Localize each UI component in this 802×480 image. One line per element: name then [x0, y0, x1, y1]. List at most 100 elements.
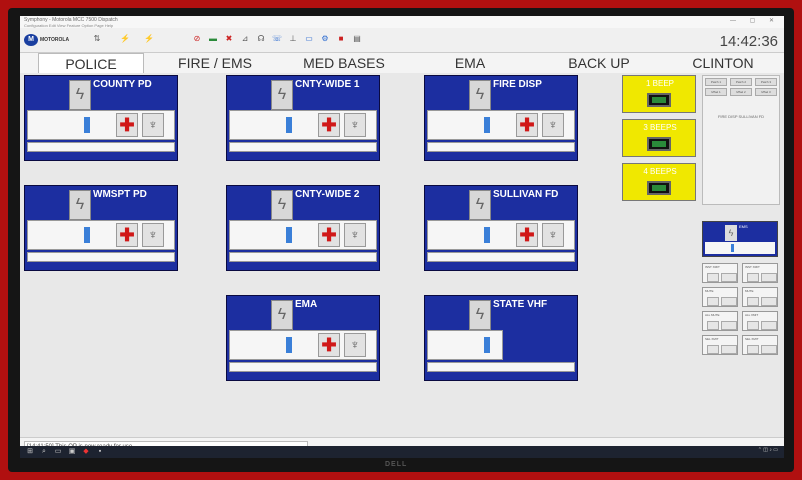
transmit-indicator[interactable] [286, 117, 292, 133]
lightning-icon[interactable]: ϟ [69, 190, 91, 220]
tab-back-up[interactable]: BACK UP [544, 53, 654, 73]
small-control-button[interactable]: INST XMIT [702, 263, 738, 283]
alert-tone-label: 1 BEEP [645, 79, 674, 88]
patch-button[interactable]: Patch 2 [730, 78, 752, 86]
app-icon[interactable]: ▪ [96, 448, 104, 456]
lightning-icon[interactable]: ϟ [271, 300, 293, 330]
mini-resource-tile[interactable]: ϟ EMS [702, 221, 778, 257]
transmit-indicator[interactable] [484, 337, 490, 353]
radio-tower-icon[interactable]: ♆ [344, 333, 366, 357]
intercom-control-grid: INST XMIT INST XMIT MUTE MUTE ALL MUTE A… [702, 263, 780, 363]
radio-tower-icon[interactable]: ♆ [344, 223, 366, 247]
lightning-icon[interactable]: ϟ [469, 190, 491, 220]
tab-police[interactable]: POLICE [38, 53, 144, 74]
emergency-cross-icon[interactable]: ✚ [516, 113, 538, 137]
resource-tile-wmspt-pd[interactable]: ϟ WMSPT PD ✚ ♆ [24, 185, 178, 271]
small-control-button[interactable]: SEL XMIT [702, 335, 738, 355]
small-control-button[interactable]: ALL MUTE [702, 311, 738, 331]
alert-tone-4-beeps[interactable]: 4 BEEPS [622, 163, 696, 201]
resource-area: ϟ COUNTY PD ✚ ♆ ϟ CNTY-WIDE 1 ✚ ♆ ϟ FIRE… [20, 73, 784, 437]
alert-tone-1-beep[interactable]: 1 BEEP [622, 75, 696, 113]
transmit-indicator[interactable] [484, 117, 490, 133]
tab-clinton[interactable]: CLINTON [668, 53, 778, 73]
resource-name: SULLIVAN FD [493, 189, 559, 200]
search-icon[interactable]: ⌕ [40, 448, 48, 456]
emergency-cross-icon[interactable]: ✚ [516, 223, 538, 247]
phone-icon[interactable]: ☏ [272, 34, 282, 44]
patch-button[interactable]: Patch 3 [755, 78, 777, 86]
radio-tower-icon[interactable]: ♆ [344, 113, 366, 137]
start-icon[interactable]: ⊞ [26, 448, 34, 456]
resource-tile-county-pd[interactable]: ϟ COUNTY PD ✚ ♆ [24, 75, 178, 161]
document-icon[interactable]: ▤ [352, 34, 362, 44]
mini-resource-label: EMS [739, 224, 748, 229]
small-control-button[interactable]: INST XMIT [742, 263, 778, 283]
radio-tower-icon[interactable]: ♆ [542, 113, 564, 137]
headset-icon[interactable]: ☊ [256, 34, 266, 44]
transmit-indicator[interactable] [84, 117, 90, 133]
toolbar: M MOTOROLA ⇅ ⚡ ⚡ ⊘ ▬ ✖ ⊿ ☊ ☏ ⊥ ▭ ⚙ ■ ▤ 1… [20, 28, 784, 53]
transmit-indicator[interactable] [484, 227, 490, 243]
lightning-icon[interactable]: ϟ [271, 80, 293, 110]
patch-icon[interactable]: ⊿ [240, 34, 250, 44]
clear-icon[interactable]: ✖ [224, 34, 234, 44]
alert-icon[interactable]: ■ [336, 34, 346, 44]
multi-lightning-icon[interactable]: ⚡ [144, 34, 154, 44]
resource-controls: ✚ ♆ [229, 220, 377, 250]
emergency-cross-icon[interactable]: ✚ [116, 113, 138, 137]
network-icon[interactable]: ⊥ [288, 34, 298, 44]
emergency-cross-icon[interactable]: ✚ [318, 223, 340, 247]
resource-tile-sullivan-fd[interactable]: ϟ SULLIVAN FD ✚ ♆ [424, 185, 578, 271]
small-control-button[interactable]: MUTE [702, 287, 738, 307]
file-explorer-icon[interactable]: ▣ [68, 448, 76, 456]
lightning-icon[interactable]: ϟ [469, 80, 491, 110]
resource-tile-state-vhf[interactable]: ϟ STATE VHF [424, 295, 578, 381]
lightning-icon[interactable]: ⚡ [120, 34, 130, 44]
resource-status-bar [27, 142, 175, 152]
small-control-button[interactable]: MUTE [742, 287, 778, 307]
resource-controls: ✚ ♆ [229, 330, 377, 360]
alert-tone-label: 3 BEEPS [643, 123, 677, 132]
tab-fire-ems[interactable]: FIRE / EMS [160, 53, 270, 73]
lightning-icon[interactable]: ϟ [469, 300, 491, 330]
computer-icon[interactable]: ▭ [304, 34, 314, 44]
msel-button[interactable]: MSel 1 [705, 88, 727, 96]
emergency-cross-icon[interactable]: ✚ [318, 333, 340, 357]
select-icon[interactable]: ⇅ [92, 34, 102, 44]
tab-med-bases[interactable]: MED BASES [282, 53, 406, 73]
resource-tile-ema[interactable]: ϟ EMA ✚ ♆ [226, 295, 380, 381]
window-controls[interactable]: — ▢ ✕ [730, 17, 780, 24]
lightning-icon[interactable]: ϟ [69, 80, 91, 110]
resource-name: COUNTY PD [93, 79, 152, 90]
small-control-button[interactable]: SEL XMIT [742, 335, 778, 355]
patch-button[interactable]: Patch 1 [705, 78, 727, 86]
radio-tower-icon[interactable]: ♆ [142, 223, 164, 247]
monitor-icon[interactable]: ▬ [208, 34, 218, 44]
alert-led-icon [647, 93, 671, 107]
app-icon[interactable]: ◆ [82, 448, 90, 456]
transmit-indicator[interactable] [286, 227, 292, 243]
resource-controls: ✚ ♆ [27, 220, 175, 250]
settings-icon[interactable]: ⚙ [320, 34, 330, 44]
radio-tower-icon[interactable]: ♆ [542, 223, 564, 247]
resource-tile-fire-disp[interactable]: ϟ FIRE DISP ✚ ♆ [424, 75, 578, 161]
transmit-indicator[interactable] [84, 227, 90, 243]
radio-tower-icon[interactable]: ♆ [142, 113, 164, 137]
small-control-button[interactable]: ALL XMIT [742, 311, 778, 331]
alert-tone-3-beeps[interactable]: 3 BEEPS [622, 119, 696, 157]
tab-ema[interactable]: EMA [420, 53, 520, 73]
emergency-cross-icon[interactable]: ✚ [116, 223, 138, 247]
emergency-cross-icon[interactable]: ✚ [318, 113, 340, 137]
transmit-indicator[interactable] [286, 337, 292, 353]
system-tray[interactable]: ⌃ ◫ ♪ ▭ [758, 447, 778, 453]
resource-tile-cnty-wide-1[interactable]: ϟ CNTY-WIDE 1 ✚ ♆ [226, 75, 380, 161]
lightning-icon[interactable]: ϟ [725, 225, 737, 241]
task-view-icon[interactable]: ▭ [54, 448, 62, 456]
mute-icon[interactable]: ⊘ [192, 34, 202, 44]
resource-name: STATE VHF [493, 299, 548, 310]
msel-button[interactable]: MSel 3 [755, 88, 777, 96]
lightning-icon[interactable]: ϟ [271, 190, 293, 220]
resource-tile-cnty-wide-2[interactable]: ϟ CNTY-WIDE 2 ✚ ♆ [226, 185, 380, 271]
msel-button[interactable]: MSel 2 [730, 88, 752, 96]
alert-led-icon [647, 181, 671, 195]
